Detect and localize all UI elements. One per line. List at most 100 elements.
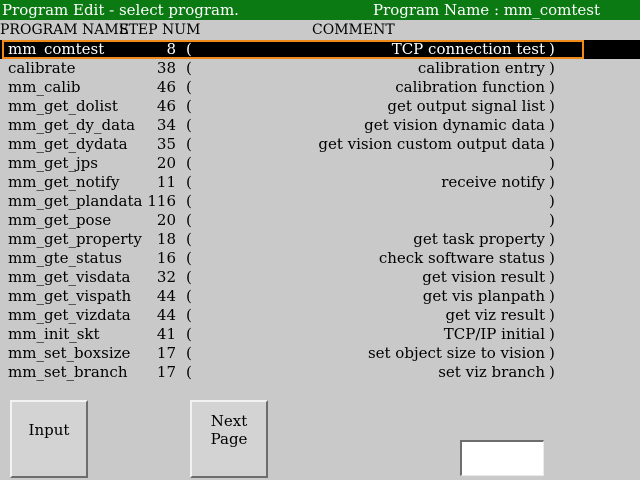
comment-open-paren: (	[186, 59, 192, 77]
program-name: mm_get_dy_data	[8, 116, 136, 134]
screen-title: Program Edit - select program.	[2, 1, 239, 19]
comment-open-paren: (	[186, 268, 192, 286]
comment-open-paren: (	[186, 116, 192, 134]
program-step-count: 20	[156, 211, 176, 229]
program-step-count: 34	[156, 116, 176, 134]
comment-open-paren: (	[186, 135, 192, 153]
program-comment: get vision result	[422, 268, 545, 286]
header-comment: COMMENT	[312, 22, 395, 38]
comment-close-paren: )	[549, 249, 555, 267]
comment-close-paren: )	[549, 135, 555, 153]
program-step-count: 46	[156, 97, 176, 115]
program-row[interactable]: mm_init_skt 41 (TCP/IP initial)	[0, 325, 640, 344]
program-step-count: 44	[156, 306, 176, 324]
program-name: mm_get_vispath	[8, 287, 132, 305]
comment-close-paren: )	[549, 40, 555, 58]
program-row[interactable]: mm_comtest 8 ( TCP connection test)	[0, 40, 640, 59]
comment-open-paren: (	[186, 230, 192, 248]
program-row[interactable]: mm_get_plandata 116 ()	[0, 192, 640, 211]
comment-open-paren: (	[186, 211, 192, 229]
program-name: mm_get_dolist	[8, 97, 118, 115]
comment-close-paren: )	[549, 287, 555, 305]
program-row[interactable]: mm_get_vizdata 44 (get viz result)	[0, 306, 640, 325]
program-comment: get viz result	[445, 306, 545, 324]
program-comment: set object size to vision	[367, 344, 545, 362]
program-row[interactable]: mm_gte_status 16 (check software status)	[0, 249, 640, 268]
program-comment: TCP connection test	[391, 40, 545, 58]
program-comment: calibration function	[395, 78, 545, 96]
comment-open-paren: (	[186, 154, 192, 172]
program-step-count: 8	[166, 40, 176, 58]
comment-close-paren: )	[549, 325, 555, 343]
comment-open-paren: (	[186, 249, 192, 267]
program-comment: get vision dynamic data	[364, 116, 545, 134]
program-name: mm_get_notify	[8, 173, 120, 191]
program-comment: get task property	[413, 230, 545, 248]
program-name: mm_init_skt	[8, 325, 100, 343]
program-comment: get vision custom output data	[318, 135, 545, 153]
program-step-count: 11	[156, 173, 176, 191]
program-row[interactable]: mm_get_dolist 46 (get output signal list)	[0, 97, 640, 116]
comment-open-paren: (	[186, 287, 192, 305]
program-step-count: 18	[156, 230, 176, 248]
title-bar: Program Edit - select program. Program N…	[0, 0, 640, 20]
program-step-count: 32	[156, 268, 176, 286]
program-comment: check software status	[378, 249, 545, 267]
program-row[interactable]: mm_calib 46 (calibration function)	[0, 78, 640, 97]
program-row[interactable]: mm_get_pose 20 ()	[0, 211, 640, 230]
comment-open-paren: (	[186, 78, 192, 96]
comment-open-paren: (	[186, 173, 192, 191]
header-program-name: PROGRAM NAME	[0, 22, 129, 38]
program-step-count: 116	[147, 192, 176, 210]
comment-close-paren: )	[549, 192, 555, 210]
program-row[interactable]: mm_get_notify 11 ( receive notify)	[0, 173, 640, 192]
program-name: mm_get_dydata	[8, 135, 128, 153]
program-row[interactable]: mm_get_dydata 35 ( get vision custom output…	[0, 135, 640, 154]
current-program-name: Program Name : mm_comtest	[373, 1, 600, 19]
program-step-count: 35	[156, 135, 176, 153]
comment-close-paren: )	[549, 268, 555, 286]
program-name: mm_get_property	[8, 230, 142, 248]
program-step-count: 46	[156, 78, 176, 96]
program-row[interactable]: mm_set_branch 17 (set viz branch)	[0, 363, 640, 382]
entry-field[interactable]	[460, 440, 544, 476]
program-comment: TCP/IP initial	[443, 325, 545, 343]
comment-close-paren: )	[549, 97, 555, 115]
header-step-num: STEP NUM	[119, 22, 201, 38]
program-row[interactable]: mm_set_boxsize 17 (set object size to visi…	[0, 344, 640, 363]
program-row[interactable]: mm_get_jps 20 ()	[0, 154, 640, 173]
program-name: mm_get_plandata	[8, 192, 143, 210]
next-page-button[interactable]: Next Page	[190, 400, 268, 478]
comment-open-paren: (	[186, 192, 192, 210]
comment-open-paren: (	[186, 40, 192, 58]
program-name: mm_gte_status	[8, 249, 123, 267]
program-name: mm_get_vizdata	[8, 306, 131, 324]
program-row[interactable]: mm_get_visdata 32 (get vision result)	[0, 268, 640, 287]
program-step-count: 20	[156, 154, 176, 172]
comment-close-paren: )	[549, 59, 555, 77]
program-comment: receive notify	[441, 173, 545, 191]
input-button[interactable]: Input	[10, 400, 88, 478]
column-header: PROGRAM NAME STEP NUM COMMENT	[0, 20, 640, 40]
program-comment: get output signal list	[387, 97, 545, 115]
program-step-count: 44	[156, 287, 176, 305]
comment-close-paren: )	[549, 211, 555, 229]
comment-close-paren: )	[549, 363, 555, 381]
program-comment: calibration entry	[417, 59, 545, 77]
program-step-count: 17	[156, 344, 176, 362]
comment-close-paren: )	[549, 173, 555, 191]
comment-close-paren: )	[549, 230, 555, 248]
program-name: mm_calib	[8, 78, 81, 96]
program-name: mm_comtest	[8, 40, 105, 58]
program-row[interactable]: mm_get_dy_data 34 ( get vision dynamic data…	[0, 116, 640, 135]
program-row[interactable]: calibrate 38 (calibration entry)	[0, 59, 640, 78]
program-name: mm_set_boxsize	[8, 344, 131, 362]
program-row[interactable]: mm_get_property 18 ( get task property)	[0, 230, 640, 249]
program-row[interactable]: mm_get_vispath 44 ( get vis planpath)	[0, 287, 640, 306]
program-name: mm_get_pose	[8, 211, 112, 229]
comment-open-paren: (	[186, 363, 192, 381]
program-name: mm_set_branch	[8, 363, 128, 381]
program-comment: set viz branch	[438, 363, 545, 381]
program-name: calibrate	[8, 59, 76, 77]
program-comment: get vis planpath	[422, 287, 545, 305]
